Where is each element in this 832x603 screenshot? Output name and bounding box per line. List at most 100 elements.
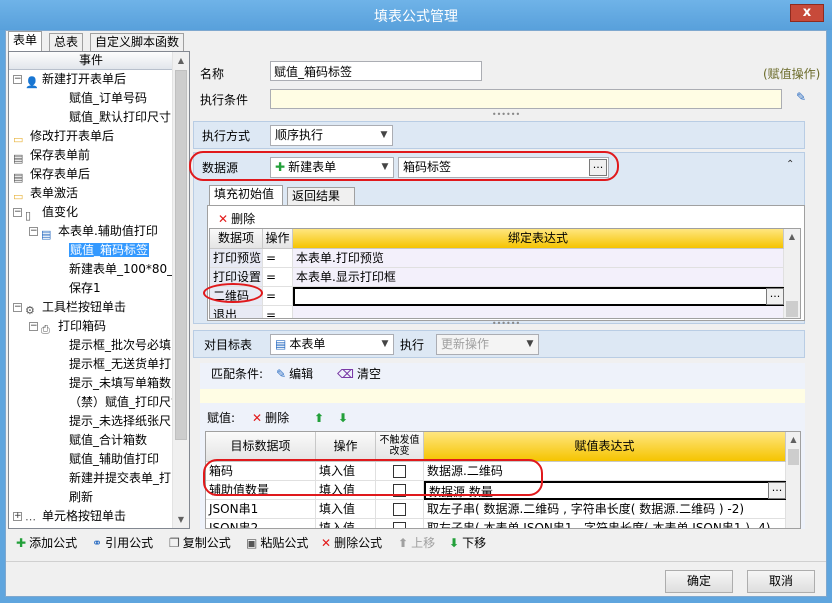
tree-item[interactable]: − ⎙ 打印箱码 [29,317,106,336]
tree-item[interactable]: ▭ 表单激活 [13,184,78,203]
assign-delete-button[interactable]: ✕ 删除 [252,408,289,428]
add-formula-button[interactable]: ✚ 添加公式 [16,533,77,553]
tree-item[interactable]: ▤ 保存表单前 [13,146,90,165]
cell-assign-expr[interactable]: 取左子串( 本表单.JSON串1 , 字符串长度( 本表单.JSON串1 ) -… [424,519,786,528]
tree-item[interactable]: 新建并提交表单_打 [69,469,171,488]
tab-summary[interactable]: 总表 [49,33,84,51]
cancel-button[interactable]: 取消 [747,570,815,593]
collapse-icon[interactable]: − [13,75,22,84]
paste-formula-button[interactable]: ▣ 粘贴公式 [246,533,308,553]
edit-icon: ✎ [276,367,287,381]
footer-divider [6,561,826,562]
target-table-select[interactable]: ▤ 本表单 ▼ [270,334,394,355]
tree-item[interactable]: 新建表单_100*80_ [69,260,173,279]
assign-grid-scrollbar[interactable]: ▲ [786,432,800,528]
scroll-up-icon[interactable]: ▲ [786,432,800,448]
tree-item[interactable]: 提示_未选择纸张尺 [69,412,171,431]
tree-item[interactable]: 提示框_无送货单打 [69,355,171,374]
delete-formula-button[interactable]: ✕ 删除公式 [321,533,382,553]
tree-item[interactable]: 赋值_合计箱数 [69,431,147,450]
cell-binding-expr[interactable]: 本表单.打印预览 [293,249,784,268]
condition-input[interactable] [270,89,782,109]
tree-item[interactable]: （禁）赋值_打印尺寸 [69,393,173,412]
collapse-icon[interactable]: − [13,303,22,312]
exec-action-value: 更新操作 [441,337,490,351]
cell-binding-expr[interactable] [293,287,784,306]
scroll-thumb[interactable] [175,70,187,440]
init-delete-button[interactable]: ✕ 删除 [218,209,255,229]
tree-item[interactable]: − ⚙ 工具栏按钮单击 [13,298,126,317]
tab-return-result[interactable]: 返回结果 [287,187,355,205]
collapse-icon[interactable]: − [29,322,38,331]
tree-item[interactable]: 赋值_默认打印尺寸 [69,108,171,127]
tab-form[interactable]: 表单 [8,31,43,51]
move-down-button[interactable]: ⬇ 下移 [449,533,486,553]
ok-button[interactable]: 确定 [665,570,733,593]
cell-target-item[interactable]: JSON串1 [206,500,316,519]
gear-icon: ⚙ [25,304,35,317]
scroll-thumb[interactable] [786,301,798,317]
match-condition-field[interactable] [200,389,805,403]
tree-item[interactable]: 提示框_批次号必填 [69,336,171,355]
cell-operation[interactable]: = [263,306,293,318]
cell-binding-expr[interactable] [293,306,784,318]
cell-data-item[interactable]: 打印预览 [210,249,263,268]
splitter-1[interactable]: •••••• [486,111,526,119]
cell-operation[interactable]: = [263,268,293,287]
wand-icon[interactable]: ✎ [796,90,812,108]
tree-item[interactable]: − ▯ 值变化 [13,203,78,222]
cell-data-item[interactable]: 退出 [210,306,263,318]
tree-item[interactable]: 赋值_箱码标签 [69,241,150,260]
close-button[interactable]: x [790,4,824,22]
exec-mode-value: 顺序执行 [275,128,324,142]
assign-expr-browse-button[interactable]: ... [768,482,786,499]
collapse-icon[interactable]: − [29,227,38,236]
no-trigger-checkbox[interactable] [393,522,406,528]
cell-assign-op[interactable]: 填入值 [316,500,376,519]
exec-mode-select[interactable]: 顺序执行 ▼ [270,125,393,146]
tree-item[interactable]: − ▤ 本表单.辅助值打印 [29,222,158,241]
cell-assign-expr[interactable]: 取左子串( 数据源.二维码 , 字符串长度( 数据源.二维码 ) -2) [424,500,786,519]
table-icon: ▤ [41,228,52,241]
expand-icon[interactable]: + [13,512,22,521]
copy-formula-button[interactable]: ❐ 复制公式 [169,533,231,553]
tree-item[interactable]: 提示_未填写单箱数 [69,374,171,393]
cell-no-trigger[interactable] [376,500,424,519]
cell-no-trigger[interactable] [376,519,424,528]
ref-formula-button[interactable]: ⚭ 引用公式 [92,533,153,553]
tree-item[interactable]: ▤ 保存表单后 [13,165,90,184]
tree-item[interactable]: 刷新 [69,488,93,507]
move-up-button[interactable]: ⬆ 上移 [398,533,435,553]
cell-assign-op[interactable]: 填入值 [316,519,376,528]
match-clear-button[interactable]: ⌫ 清空 [337,364,381,384]
scroll-up-icon[interactable]: ▲ [173,52,189,69]
scroll-thumb[interactable] [788,449,799,465]
init-grid-scrollbar[interactable]: ▲ [784,229,800,318]
collapse-icon[interactable]: ⌃ [786,159,800,173]
expr-browse-button[interactable]: ... [766,288,784,305]
cell-binding-expr[interactable]: 本表单.显示打印框 [293,268,784,287]
tree-item[interactable]: 赋值_订单号码 [69,89,147,108]
move-up-arrow-icon[interactable]: ⬆ [314,408,324,428]
exec-action-select[interactable]: 更新操作 ▼ [436,334,539,355]
tree-item[interactable]: 保存1 [69,279,101,298]
tree-item[interactable]: 赋值_辅助值打印 [69,450,159,469]
tab-custom-script[interactable]: 自定义脚本函数 [90,33,185,51]
tree-item[interactable]: ▭ 修改打开表单后 [13,127,114,146]
no-trigger-checkbox[interactable] [393,503,406,516]
name-input[interactable] [270,61,482,81]
move-down-arrow-icon[interactable]: ⬇ [338,408,348,428]
tree-item[interactable]: + ⋯ 单元格按钮单击 [13,507,126,526]
cell-operation[interactable]: = [263,287,293,306]
formula-toolbar: ✚ 添加公式 ⚭ 引用公式 ❐ 复制公式 ▣ 粘贴公式 ✕ 删除公式 ⬆ 上移 ⬇ 下移 [6,533,826,559]
cell-operation[interactable]: = [263,249,293,268]
tree-scrollbar[interactable]: ▲ ▼ [172,52,189,528]
splitter-2[interactable]: •••••• [486,320,526,328]
scroll-down-icon[interactable]: ▼ [173,511,189,528]
scroll-up-icon[interactable]: ▲ [784,229,800,245]
collapse-icon[interactable]: − [13,208,22,217]
tree-item[interactable]: − 👤 新建打开表单后 [13,70,126,89]
cell-target-item[interactable]: JSON串2 [206,519,316,528]
tab-fill-initial[interactable]: 填充初始值 [209,185,283,205]
match-edit-button[interactable]: ✎ 编辑 [276,364,313,384]
